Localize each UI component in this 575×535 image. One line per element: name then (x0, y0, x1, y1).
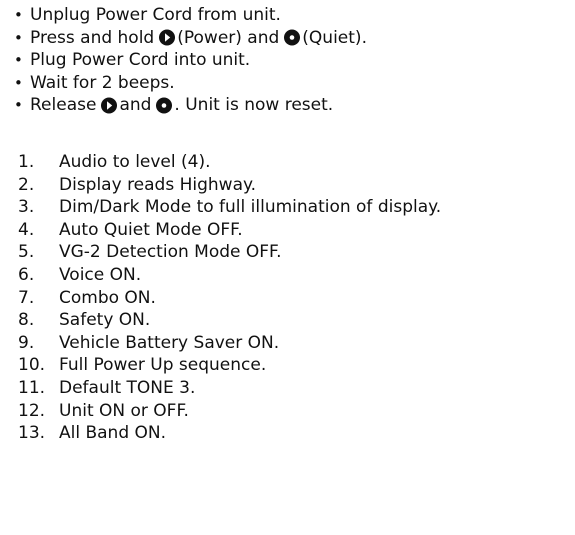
item-number: 7. (18, 287, 35, 308)
item-text: VG-2 Detection Mode OFF. (59, 242, 282, 263)
default-setting-item: 12. Unit ON or OFF. (17, 400, 572, 423)
step-text: (Power) and (177, 27, 280, 48)
step-text: Press and hold (30, 27, 155, 48)
default-setting-item: 11. Default TONE 3. (17, 377, 572, 400)
default-setting-item: 6. Voice ON. (17, 264, 572, 287)
item-text: Dim/Dark Mode to full illumination of di… (59, 197, 442, 218)
default-setting-item: 7. Combo ON. (17, 287, 572, 310)
bullet-dot: • (14, 96, 23, 114)
item-number: 1. (18, 152, 35, 172)
step-text: (Quiet). (302, 27, 367, 48)
default-setting-item: 8. Safety ON. (17, 309, 572, 332)
item-text: Vehicle Battery Saver ON. (59, 332, 280, 353)
item-number: 2. (18, 174, 35, 195)
default-settings-list: 1. Audio to level (4). 2. Display reads Hi… (17, 151, 572, 445)
default-setting-item: 1. Audio to level (4). (17, 151, 572, 174)
reset-step: • Wait for 2 beeps. (14, 72, 569, 95)
step-text: and (119, 95, 152, 115)
quiet-button-icon (284, 29, 301, 46)
item-number: 12. (18, 400, 46, 421)
reset-step: • Press and hold (Power) and (Quiet). (14, 27, 569, 50)
item-number: 10. (18, 355, 46, 376)
step-text: Unplug Power Cord from unit. (30, 5, 281, 25)
item-text: Display reads Highway. (59, 174, 257, 195)
item-text: Voice ON. (59, 264, 142, 285)
default-setting-item: 4. Auto Quiet Mode OFF. (17, 219, 572, 242)
step-text: Plug Power Cord into unit. (30, 50, 251, 70)
reset-step: • Plug Power Cord into unit. (14, 49, 569, 72)
reset-step: • Release and . Unit is now reset. (14, 94, 569, 117)
power-button-icon (101, 97, 118, 114)
item-text: Auto Quiet Mode OFF. (59, 219, 243, 240)
bullet-dot: • (14, 73, 23, 92)
bullet-dot: • (14, 6, 23, 24)
item-text: All Band ON. (59, 423, 167, 444)
default-setting-item: 2. Display reads Highway. (17, 174, 572, 197)
step-text: Wait for 2 beeps. (30, 72, 175, 93)
item-text: Full Power Up sequence. (59, 355, 267, 376)
item-number: 6. (18, 264, 35, 285)
item-number: 13. (18, 423, 46, 444)
item-number: 11. (18, 377, 46, 398)
step-text: . Unit is now reset. (174, 95, 334, 115)
reset-steps-list: • Unplug Power Cord from unit. • Press a… (14, 4, 569, 117)
item-number: 9. (18, 332, 35, 353)
default-setting-item: 13. All Band ON. (17, 422, 572, 445)
step-text: Release (30, 95, 97, 115)
item-number: 5. (18, 242, 35, 263)
bullet-dot: • (14, 51, 23, 69)
power-button-icon (159, 29, 176, 46)
default-setting-item: 9. Vehicle Battery Saver ON. (17, 332, 572, 355)
item-text: Default TONE 3. (59, 377, 196, 398)
reset-step: • Unplug Power Cord from unit. (14, 4, 569, 27)
bullet-dot: • (14, 28, 23, 47)
item-text: Unit ON or OFF. (59, 400, 189, 421)
item-number: 8. (18, 310, 35, 331)
item-text: Safety ON. (59, 310, 151, 331)
item-number: 3. (18, 197, 35, 218)
quiet-button-icon (156, 97, 173, 114)
default-setting-item: 5. VG-2 Detection Mode OFF. (17, 241, 572, 264)
item-text: Combo ON. (59, 287, 156, 308)
item-text: Audio to level (4). (59, 152, 211, 172)
default-setting-item: 10. Full Power Up sequence. (17, 354, 572, 377)
item-number: 4. (18, 219, 35, 240)
default-setting-item: 3. Dim/Dark Mode to full illumination of … (17, 196, 572, 219)
